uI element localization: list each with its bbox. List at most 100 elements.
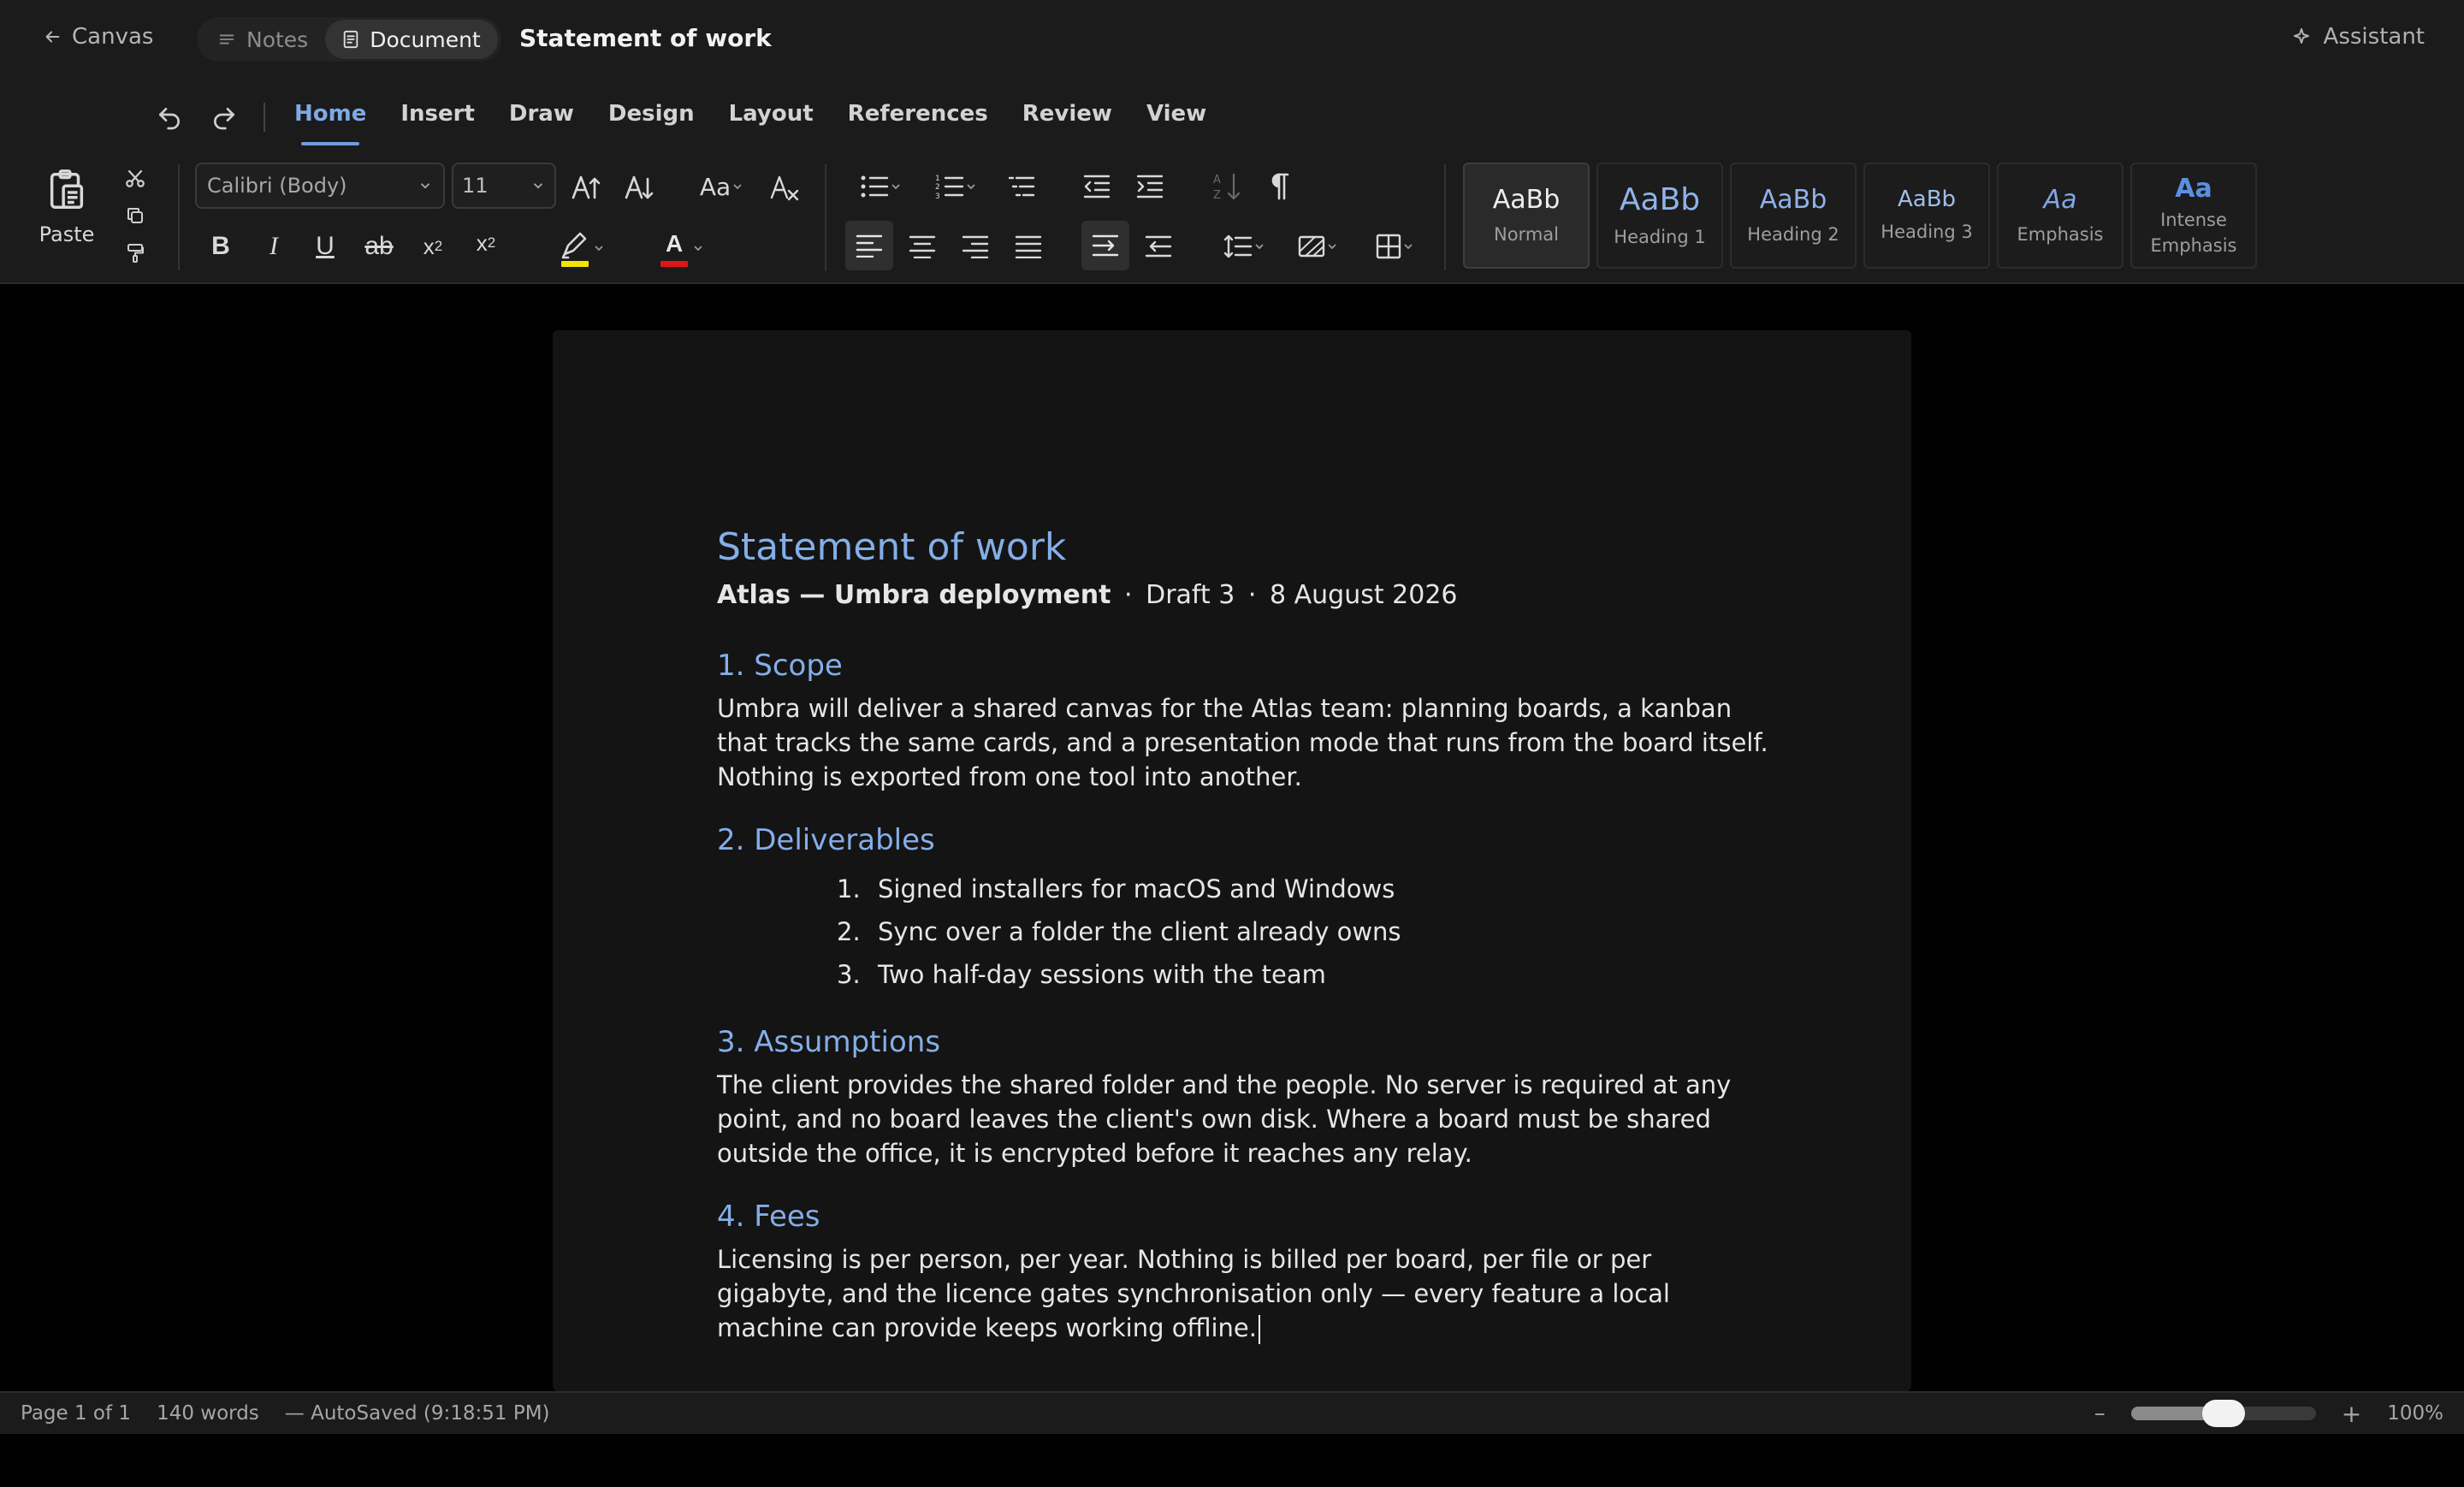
undo-icon bbox=[159, 108, 180, 130]
align-center-icon bbox=[909, 235, 936, 258]
increase-indent-button[interactable] bbox=[1131, 168, 1169, 205]
multilevel-list-icon bbox=[1008, 176, 1035, 197]
zoom-out-button[interactable]: – bbox=[2094, 1401, 2106, 1426]
bullets-button[interactable] bbox=[850, 168, 912, 205]
align-left-button[interactable] bbox=[845, 221, 893, 270]
align-center-button[interactable] bbox=[903, 228, 941, 265]
style-normal[interactable]: AaBb Normal bbox=[1463, 163, 1590, 269]
clear-formatting-button[interactable] bbox=[767, 168, 804, 205]
tab-references[interactable]: References bbox=[848, 101, 988, 145]
style-emphasis[interactable]: Aa Emphasis bbox=[1997, 163, 2123, 269]
line-spacing-button[interactable] bbox=[1215, 228, 1275, 265]
align-right-button[interactable] bbox=[957, 228, 994, 265]
show-formatting-marks-button[interactable] bbox=[1261, 168, 1299, 205]
borders-button[interactable] bbox=[1365, 228, 1425, 265]
back-to-canvas-link[interactable]: Canvas bbox=[43, 24, 153, 50]
format-painter-button[interactable] bbox=[120, 240, 151, 267]
list-item: 1. Signed installers for macOS and Window… bbox=[837, 874, 1395, 903]
undo-button[interactable] bbox=[152, 101, 187, 135]
tab-document[interactable]: Document bbox=[325, 20, 498, 59]
ltr-direction-button[interactable] bbox=[1081, 221, 1129, 270]
tab-review[interactable]: Review bbox=[1022, 101, 1112, 145]
sort-az-icon: AZ bbox=[1213, 173, 1241, 202]
grow-font-button[interactable] bbox=[568, 168, 606, 205]
multilevel-list-button[interactable] bbox=[1003, 168, 1040, 205]
top-bar: Canvas Notes Document Statement of work … bbox=[0, 0, 2464, 79]
list-item: 2. Sync over a folder the client already … bbox=[837, 917, 1401, 946]
menu-tabs: Home Insert Draw Design Layout Reference… bbox=[294, 101, 1241, 145]
ribbon-divider bbox=[178, 164, 180, 270]
bold-button[interactable]: B bbox=[202, 228, 240, 265]
document-body[interactable]: Statement of work Atlas — Umbra deployme… bbox=[717, 524, 1769, 1345]
decrease-indent-button[interactable] bbox=[1078, 168, 1116, 205]
view-switcher: Notes Document bbox=[197, 17, 501, 62]
style-heading-2[interactable]: AaBb Heading 2 bbox=[1730, 163, 1857, 269]
format-painter-icon bbox=[127, 244, 144, 263]
shrink-font-icon bbox=[625, 175, 654, 199]
grow-font-icon bbox=[572, 175, 601, 199]
chevron-down-icon bbox=[891, 184, 900, 190]
style-heading-3[interactable]: AaBb Heading 3 bbox=[1863, 163, 1990, 269]
scissors-icon bbox=[126, 169, 145, 187]
underline-button[interactable]: U bbox=[306, 228, 344, 265]
cut-button[interactable] bbox=[120, 164, 151, 192]
font-name-select[interactable]: Calibri (Body) bbox=[195, 163, 445, 209]
section-heading: 1. Scope bbox=[717, 649, 843, 683]
numbering-button[interactable]: 123 bbox=[926, 168, 987, 205]
svg-text:1: 1 bbox=[935, 175, 940, 183]
tab-notes[interactable]: Notes bbox=[200, 20, 325, 59]
change-case-button[interactable]: Aa bbox=[695, 168, 749, 205]
svg-text:A: A bbox=[1213, 174, 1221, 187]
ribbon-divider bbox=[1444, 164, 1446, 270]
redo-button[interactable] bbox=[207, 101, 241, 135]
back-label: Canvas bbox=[72, 24, 154, 50]
section-body: Umbra will deliver a shared canvas for t… bbox=[717, 694, 1768, 791]
font-size-select[interactable]: 11 bbox=[452, 163, 556, 209]
shading-button[interactable] bbox=[1288, 228, 1348, 265]
sort-button[interactable]: AZ bbox=[1208, 168, 1246, 205]
tab-view[interactable]: View bbox=[1146, 101, 1206, 145]
strikethrough-button[interactable]: ab bbox=[359, 228, 399, 265]
shrink-font-button[interactable] bbox=[621, 168, 659, 205]
svg-text:2: 2 bbox=[935, 183, 940, 192]
style-intense-emphasis[interactable]: Aa Intense Emphasis bbox=[2130, 163, 2257, 269]
chevron-down-icon bbox=[1255, 244, 1264, 250]
zoom-level: 100% bbox=[2387, 1402, 2443, 1425]
copy-button[interactable] bbox=[120, 202, 151, 229]
style-heading-1[interactable]: AaBb Heading 1 bbox=[1596, 163, 1723, 269]
tab-draw[interactable]: Draw bbox=[509, 101, 574, 145]
notes-icon bbox=[219, 34, 234, 44]
chevron-down-icon bbox=[694, 246, 702, 252]
ltr-direction-icon bbox=[1092, 234, 1119, 257]
assistant-button[interactable]: Assistant bbox=[2291, 24, 2425, 50]
chevron-down-icon bbox=[733, 184, 742, 190]
numbered-list-icon: 123 bbox=[935, 175, 964, 200]
highlight-color-button[interactable] bbox=[548, 226, 616, 270]
chevron-down-icon bbox=[1404, 244, 1413, 250]
chevron-down-icon bbox=[595, 246, 603, 252]
italic-button[interactable]: I bbox=[255, 228, 293, 265]
document-title: Statement of work bbox=[519, 24, 772, 52]
word-count[interactable]: 140 words bbox=[157, 1402, 259, 1425]
rtl-direction-icon bbox=[1145, 235, 1172, 258]
menu-divider bbox=[264, 103, 265, 132]
zoom-slider-thumb[interactable] bbox=[2201, 1400, 2245, 1427]
font-color-button[interactable]: A bbox=[647, 226, 715, 270]
superscript-button[interactable]: x2 bbox=[467, 224, 505, 262]
rtl-direction-button[interactable] bbox=[1140, 228, 1177, 265]
section-heading: 3. Assumptions bbox=[717, 1025, 941, 1059]
tab-layout[interactable]: Layout bbox=[729, 101, 814, 145]
tab-home[interactable]: Home bbox=[294, 101, 366, 145]
zoom-slider[interactable] bbox=[2130, 1400, 2316, 1427]
doc-subtitle: Atlas — Umbra deployment · Draft 3 · 8 A… bbox=[717, 580, 1458, 610]
autosave-status: — AutoSaved (9:18:51 PM) bbox=[284, 1402, 550, 1425]
justify-button[interactable] bbox=[1010, 228, 1047, 265]
tab-design[interactable]: Design bbox=[608, 101, 695, 145]
chevron-down-icon bbox=[1328, 244, 1336, 250]
section-body: The client provides the shared folder an… bbox=[717, 1070, 1732, 1168]
subscript-button[interactable]: x2 bbox=[414, 228, 452, 265]
tab-insert[interactable]: Insert bbox=[400, 101, 475, 145]
paste-button[interactable]: Paste bbox=[34, 168, 99, 246]
ribbon-divider bbox=[825, 164, 826, 270]
zoom-in-button[interactable]: + bbox=[2342, 1400, 2361, 1428]
